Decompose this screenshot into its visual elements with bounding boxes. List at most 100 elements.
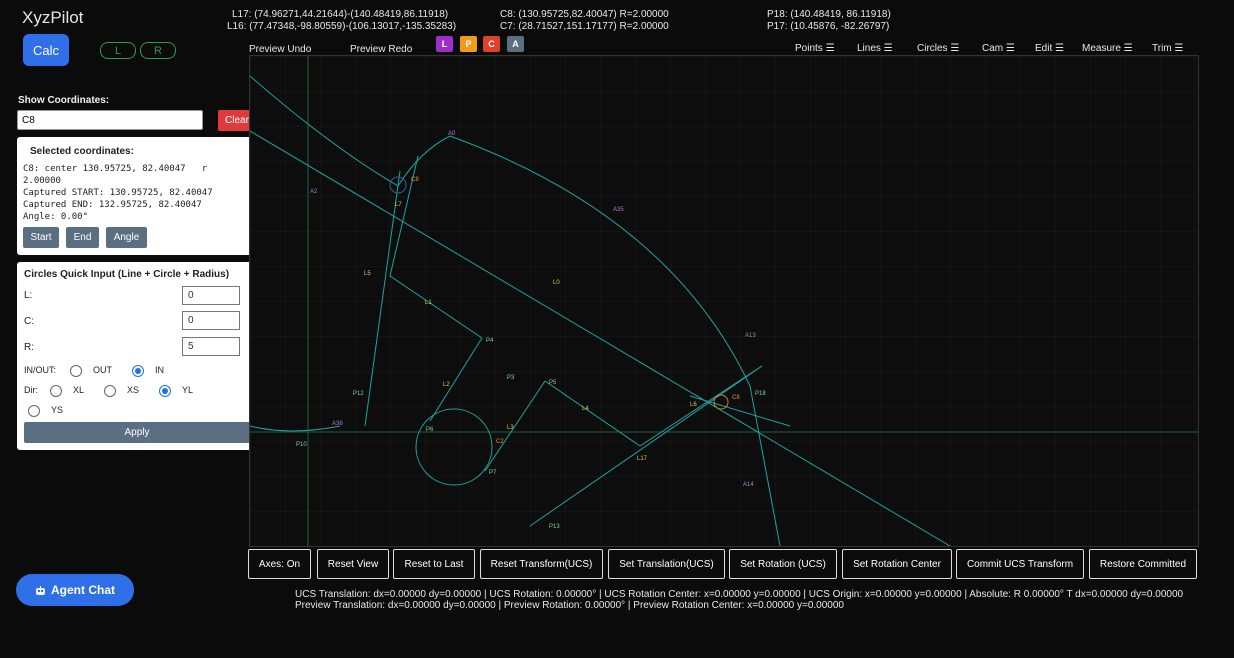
circle-info-group: C8: (130.95725,82.40047) R=2.00000 C7: (… [500, 9, 669, 33]
mode-points-button[interactable]: P [460, 36, 477, 52]
set-translation-ucs-button[interactable]: Set Translation(UCS) [608, 549, 725, 579]
ucs-status-line: UCS Translation: dx=0.00000 dy=0.00000 |… [295, 589, 1184, 600]
label-l7: L7 [395, 202, 402, 208]
calc-button[interactable]: Calc [23, 34, 69, 66]
restore-committed-button[interactable]: Restore Committed [1089, 549, 1197, 579]
l17-info: L17: (74.96271,44.21644)-(140.48419,86.1… [232, 9, 449, 20]
apply-button[interactable]: Apply [24, 422, 250, 443]
label-l1: L1 [425, 300, 432, 306]
set-rotation-ucs-button[interactable]: Set Rotation (UCS) [729, 549, 837, 579]
r-input[interactable] [182, 337, 240, 356]
set-rotation-center-button[interactable]: Set Rotation Center [842, 549, 952, 579]
xl-radio[interactable] [50, 385, 62, 397]
menu-points[interactable]: Points ☰ [795, 43, 835, 54]
label-p18: P18 [755, 391, 766, 397]
circles-quick-title: Circles Quick Input (Line + Circle + Rad… [24, 269, 230, 280]
label-l3: L3 [507, 425, 514, 431]
yl-radio[interactable] [159, 385, 171, 397]
selected-coordinates-text: C8: center 130.95725, 82.40047 r 2.00000… [23, 164, 213, 222]
inout-label: IN/OUT: [24, 365, 57, 375]
in-radio[interactable] [132, 365, 144, 377]
in-radio-label: IN [155, 365, 164, 375]
xs-radio-label: XS [127, 385, 140, 395]
drawing-canvas[interactable]: A0 A2 A35 A13 A14 A36 C8 C2 C8 L7 L5 L1 … [249, 55, 1199, 547]
label-p6: P6 [426, 427, 434, 433]
label-p13: P13 [549, 524, 560, 530]
label-c8: C8 [732, 395, 740, 401]
xl-radio-label: XL [73, 385, 85, 395]
menu-trim[interactable]: Trim ☰ [1152, 43, 1183, 54]
end-button[interactable]: End [66, 227, 99, 248]
c-input[interactable] [182, 311, 240, 330]
c8-info: C8: (130.95725,82.40047) R=2.00000 [500, 9, 669, 20]
grid-background [250, 56, 1198, 546]
label-p10: P10 [296, 442, 307, 448]
xs-radio[interactable] [104, 385, 116, 397]
c7-info: C7: (28.71527,151.17177) R=2.00000 [500, 21, 669, 32]
agent-chat-button[interactable]: Agent Chat [16, 574, 134, 606]
label-l4: L4 [582, 406, 589, 412]
coordinates-input[interactable] [17, 110, 203, 130]
ys-radio[interactable] [28, 405, 40, 417]
ys-radio-label: YS [51, 405, 64, 415]
mode-lines-button[interactable]: L [436, 36, 453, 52]
axes-toggle-button[interactable]: Axes: On [248, 549, 311, 579]
label-c2: C2 [496, 439, 504, 445]
out-radio[interactable] [70, 365, 82, 377]
label-p3: P3 [507, 375, 515, 381]
reset-transform-ucs-button[interactable]: Reset Transform(UCS) [480, 549, 603, 579]
label-a35: A35 [613, 207, 624, 213]
menu-cam[interactable]: Cam ☰ [982, 43, 1015, 54]
yl-radio-label: YL [182, 385, 194, 395]
reset-to-last-button[interactable]: Reset to Last [393, 549, 475, 579]
label-l17: L17 [637, 456, 648, 462]
menu-circles[interactable]: Circles ☰ [917, 43, 959, 54]
circles-quick-input-panel: Circles Quick Input (Line + Circle + Rad… [17, 262, 256, 450]
p17-info: P17: (10.45876, -82.26797) [767, 21, 890, 32]
line-info-group: L17: (74.96271,44.21644)-(140.48419,86.1… [227, 9, 456, 33]
point-info-group: P18: (140.48419, 86.11918) P17: (10.4587… [767, 9, 891, 33]
start-button[interactable]: Start [23, 227, 59, 248]
left-toggle[interactable]: L [100, 42, 136, 59]
preview-status-line: Preview Translation: dx=0.00000 dy=0.000… [295, 600, 844, 611]
label-p7: P7 [489, 470, 497, 476]
l-input[interactable] [182, 286, 240, 305]
label-l0: L0 [553, 280, 560, 286]
label-l5: L5 [364, 271, 371, 277]
robot-icon [35, 585, 46, 595]
agent-chat-label: Agent Chat [51, 583, 115, 597]
selected-coordinates-title: Selected coordinates: [30, 146, 134, 157]
out-radio-label: OUT [93, 365, 112, 375]
label-a14: A14 [743, 482, 754, 488]
preview-redo-button[interactable]: Preview Redo [350, 44, 412, 55]
label-c8-top: C8 [411, 177, 419, 183]
label-a36: A36 [332, 421, 343, 427]
commit-ucs-transform-button[interactable]: Commit UCS Transform [956, 549, 1084, 579]
reset-view-button[interactable]: Reset View [317, 549, 389, 579]
canvas-svg: A0 A2 A35 A13 A14 A36 C8 C2 C8 L7 L5 L1 … [249, 56, 1198, 547]
menu-edit[interactable]: Edit ☰ [1035, 43, 1064, 54]
label-a13: A13 [745, 333, 756, 339]
l16-info: L16: (77.47348,-98.80559)-(106.13017,-13… [227, 21, 457, 32]
label-l6: L6 [690, 402, 697, 408]
label-a0: A0 [448, 131, 456, 137]
menu-measure[interactable]: Measure ☰ [1082, 43, 1133, 54]
selected-coordinates-panel: Selected coordinates: C8: center 130.957… [17, 137, 256, 255]
r-label: R: [24, 342, 34, 353]
menu-lines[interactable]: Lines ☰ [857, 43, 893, 54]
show-coordinates-label: Show Coordinates: [18, 95, 110, 106]
label-p12: P12 [353, 391, 364, 397]
preview-undo-button[interactable]: Preview Undo [249, 44, 311, 55]
angle-button[interactable]: Angle [106, 227, 147, 248]
mode-arcs-button[interactable]: A [507, 36, 524, 52]
p18-info: P18: (140.48419, 86.11918) [767, 9, 891, 20]
mode-circles-button[interactable]: C [483, 36, 500, 52]
label-p5: P5 [549, 380, 557, 386]
right-toggle[interactable]: R [140, 42, 176, 59]
label-p4: P4 [486, 338, 494, 344]
l-label: L: [24, 290, 33, 301]
c-label: C: [24, 316, 34, 327]
dir-label: Dir: [24, 385, 38, 395]
label-l2: L2 [443, 382, 450, 388]
label-a2: A2 [310, 189, 318, 195]
